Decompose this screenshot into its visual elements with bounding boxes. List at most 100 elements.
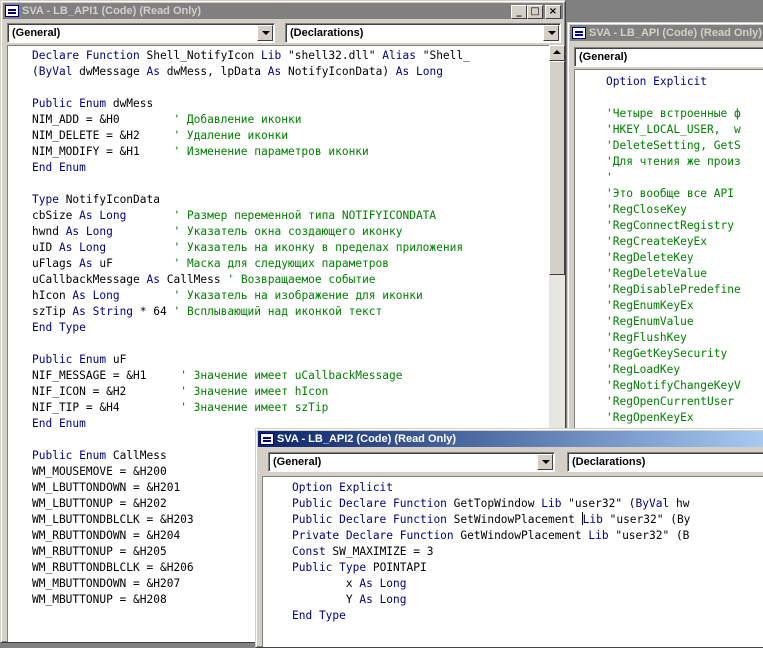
code-text: uF (92, 257, 174, 270)
code-keyword: End Enum (32, 417, 86, 430)
code-line: 'RegLoadKey (606, 362, 741, 378)
object-combo-value: (General) (579, 51, 628, 63)
code-keyword: Public Declare Function (292, 513, 447, 526)
code-keyword: As (267, 65, 282, 78)
code-comment: ' Значение имеет hIcon (180, 385, 329, 398)
code-text: WM_LBUTTONDBLCLK = &H203 (32, 513, 194, 526)
code-comment: 'RegEnumValue (606, 315, 694, 328)
code-text: "shell32.dll" (281, 49, 383, 62)
code-line: Option Explicit (292, 480, 690, 496)
chevron-down-icon[interactable] (257, 25, 273, 41)
procedure-combo-value: (Declarations) (572, 456, 646, 468)
code-text: WM_MOUSEMOVE = &H200 (32, 465, 167, 478)
code-line: Option Explicit (606, 74, 741, 90)
code-keyword: As (79, 257, 93, 270)
title-bar[interactable]: SVA - LB_API2 (Code) (Read Only) (258, 431, 763, 447)
code-text: NIM_ADD = &H0 (32, 113, 174, 126)
object-combo[interactable]: (General) (7, 23, 275, 43)
code-keyword: Lib (261, 49, 282, 62)
code-line: 'RegCreateKeyEx (606, 234, 741, 250)
code-text: hwnd (32, 225, 66, 238)
code-keyword: As Long (79, 209, 127, 222)
code-editor[interactable]: Option Explicit 'Четыре встроенные ф 'HKEY… (574, 69, 763, 441)
code-comment: 'Это вообще все API (606, 187, 741, 200)
code-comment: ' Указатель окна создающего иконку (173, 225, 403, 238)
code-comment: ' Всплывающий над иконкой текст (173, 305, 383, 318)
code-keyword: As Long (359, 577, 407, 590)
code-line: 'RegCloseKey (606, 202, 741, 218)
code-text: cbSize (32, 209, 80, 222)
code-text: WM_RBUTTONDBLCLK = &H206 (32, 561, 194, 574)
code-comment: 'HKEY_LOCAL_USER, w (606, 123, 741, 136)
code-line: 'RegOpenCurrentUser (606, 394, 741, 410)
code-window-lb-api2[interactable]: SVA - LB_API2 (Code) (Read Only) (Genera… (255, 428, 763, 648)
maximize-button[interactable]: □ (527, 5, 543, 19)
code-line: uID As Long ' Указатель на иконку в пред… (32, 240, 470, 256)
scroll-up-button[interactable] (549, 45, 565, 61)
procedure-combo[interactable]: (Declarations) (567, 452, 763, 472)
window-title: SVA - LB_API2 (Code) (Read Only) (277, 433, 457, 445)
scroll-thumb[interactable] (549, 61, 565, 275)
code-keyword: As Long (65, 225, 113, 238)
code-keyword: End Type (32, 321, 86, 334)
code-keyword: Public Enum (32, 353, 107, 366)
code-line: Y As Long (292, 592, 690, 608)
code-line: Type NotifyIconData (32, 192, 470, 208)
object-combo[interactable]: (General) (268, 452, 555, 472)
code-comment: 'RegFlushKey (606, 331, 687, 344)
code-text: hw (669, 497, 690, 510)
code-keyword: Alias (382, 49, 416, 62)
object-combo[interactable]: (General) (574, 47, 763, 67)
minimize-button[interactable]: _ (511, 5, 527, 19)
code-line: NIM_ADD = &H0 ' Добавление иконки (32, 112, 470, 128)
close-button[interactable]: × (545, 5, 561, 19)
code-keyword: Public Enum (32, 449, 107, 462)
code-line: 'Четыре встроенные ф (606, 106, 741, 122)
code-keyword: As (146, 65, 161, 78)
code-comment: ' Размер переменной типа NOTIFYICONDATA (173, 209, 437, 222)
code-comment: ' Указатель на иконку в пределах приложе… (173, 241, 464, 254)
code-comment: 'DeleteSetting, GetS (606, 139, 741, 152)
code-text: WM_LBUTTONDOWN = &H201 (32, 481, 181, 494)
code-line: 'DeleteSetting, GetS (606, 138, 741, 154)
code-text: NIF_TIP = &H4 (32, 401, 181, 414)
code-text: GetTopWindow (446, 497, 542, 510)
code-keyword: As Long (359, 593, 407, 606)
code-line: x As Long (292, 576, 690, 592)
code-text: dwMess (106, 97, 154, 110)
title-bar[interactable]: SVA - LB_API1 (Code) (Read Only) _ □ × (3, 3, 563, 19)
code-comment: 'RegLoadKey (606, 363, 681, 376)
object-combo-value: (General) (273, 456, 322, 468)
chevron-down-icon[interactable] (537, 454, 553, 470)
code-keyword: As (146, 273, 160, 286)
code-line: NIF_TIP = &H4 ' Значение имеет szTip (32, 400, 470, 416)
code-text: x (292, 577, 360, 590)
code-line: uCallbackMessage As CallMess ' Возвращае… (32, 272, 470, 288)
code-comment: 'RegOpenKeyEx (606, 411, 694, 424)
code-line: Public Declare Function GetTopWindow Lib… (292, 496, 690, 512)
code-text: szTip (32, 305, 73, 318)
title-bar[interactable]: SVA - LB_API (Code) (Read Only) (570, 25, 763, 41)
code-editor[interactable]: Option Explicit Public Declare Function G… (262, 476, 763, 647)
code-comment: 'RegDisablePredefine (606, 283, 741, 296)
window-title: SVA - LB_API1 (Code) (Read Only) (22, 5, 202, 17)
code-comment: 'RegOpenCurrentUser (606, 395, 734, 408)
chevron-down-icon[interactable] (543, 25, 559, 41)
code-text: NIM_DELETE = &H2 (32, 129, 174, 142)
code-lines: Option Explicit 'Четыре встроенные ф 'HKEY… (606, 74, 741, 426)
code-window-lb-api[interactable]: SVA - LB_API (Code) (Read Only) (General… (567, 22, 763, 442)
code-line: NIM_MODIFY = &H1 ' Изменение параметров … (32, 144, 470, 160)
procedure-combo[interactable]: (Declarations) (285, 23, 561, 43)
code-text: uID (32, 241, 59, 254)
code-comment: ' Изменение параметров иконки (173, 145, 369, 158)
code-line: 'HKEY_LOCAL_USER, w (606, 122, 741, 138)
code-keyword: Public Declare Function (292, 497, 447, 510)
code-line: 'RegConnectRegistry (606, 218, 741, 234)
